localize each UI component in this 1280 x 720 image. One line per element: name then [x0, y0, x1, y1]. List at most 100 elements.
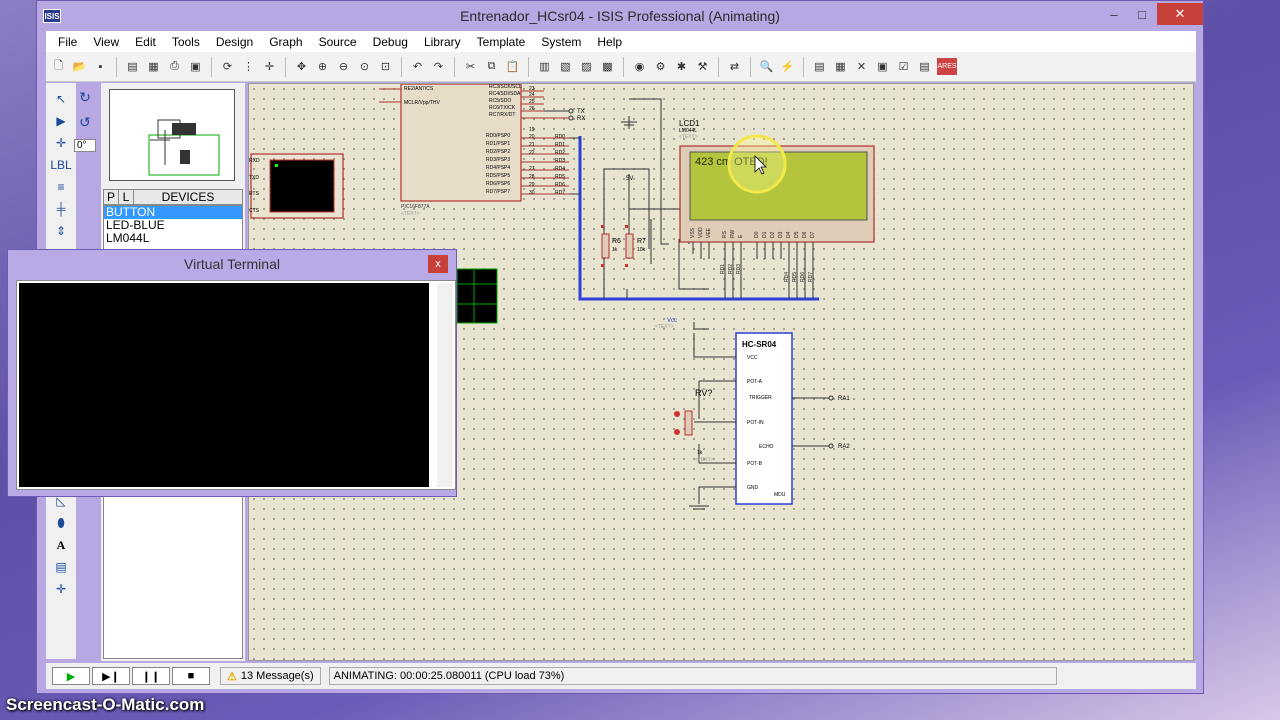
- svg-text:RD4: RD4: [784, 272, 790, 282]
- bus-mode-icon[interactable]: ╪: [52, 201, 70, 217]
- virtual-terminal-scrollbar[interactable]: [437, 283, 453, 487]
- maximize-button[interactable]: □: [1127, 3, 1157, 25]
- svg-text:RD4/PSP4: RD4/PSP4: [486, 165, 510, 171]
- library-tab[interactable]: L: [119, 190, 134, 204]
- pick-device-icon[interactable]: ◉: [631, 58, 648, 75]
- print-icon[interactable]: ⎙: [166, 58, 183, 75]
- svg-text:20: 20: [529, 134, 535, 140]
- pause-button[interactable]: ❙❙: [132, 667, 170, 685]
- virtual-terminal-screen[interactable]: [19, 283, 429, 487]
- svg-text:ECHO: ECHO: [759, 444, 774, 450]
- resistor-r7[interactable]: R7 10k: [625, 225, 646, 267]
- new-sheet-icon[interactable]: ▤: [811, 58, 828, 75]
- circle-mode-icon[interactable]: ⬮: [52, 515, 70, 531]
- pick-tab[interactable]: P: [104, 190, 119, 204]
- origin-icon[interactable]: ✛: [261, 58, 278, 75]
- property-tool-icon[interactable]: ⚡: [779, 58, 796, 75]
- block-rotate-icon[interactable]: ▨: [578, 58, 595, 75]
- print-area-icon[interactable]: ▣: [187, 58, 204, 75]
- refresh-icon[interactable]: ⟳: [219, 58, 236, 75]
- close-button[interactable]: ✕: [1157, 3, 1203, 25]
- zoom-all-icon[interactable]: ⊙: [356, 58, 373, 75]
- svg-text:RD3/PSP3: RD3/PSP3: [486, 157, 510, 163]
- pan-icon[interactable]: ✥: [293, 58, 310, 75]
- junction-mode-icon[interactable]: ✛: [52, 135, 70, 151]
- bom-icon[interactable]: ▣: [874, 58, 891, 75]
- menu-help[interactable]: Help: [589, 35, 630, 49]
- hc-sr04-sensor[interactable]: HC-SR04 VCC POT-A POT-IN POT-B GND TRIGG…: [735, 332, 793, 505]
- oscilloscope-component[interactable]: [456, 268, 498, 324]
- text-mode-icon[interactable]: A: [52, 537, 70, 553]
- minimize-button[interactable]: –: [1099, 3, 1129, 25]
- svg-text:RD7/PSP7: RD7/PSP7: [486, 189, 510, 195]
- title-bar[interactable]: ISIS Entrenador_HCsr04 - ISIS Profession…: [37, 1, 1203, 31]
- overview-window[interactable]: [109, 89, 235, 181]
- menu-view[interactable]: View: [85, 35, 127, 49]
- packaging-icon[interactable]: ✱: [673, 58, 690, 75]
- paste-icon[interactable]: 📋: [504, 58, 521, 75]
- zoom-area-icon[interactable]: ⊡: [377, 58, 394, 75]
- step-button[interactable]: ▶❙: [92, 667, 130, 685]
- symbol-mode-icon[interactable]: ▤: [52, 559, 70, 575]
- virtual-terminal-window[interactable]: Virtual Terminal x: [7, 249, 457, 497]
- remove-sheet-icon[interactable]: ▦: [832, 58, 849, 75]
- rotate-cw-icon[interactable]: ↻: [79, 89, 91, 106]
- menu-design[interactable]: Design: [208, 35, 261, 49]
- decompose-icon[interactable]: ⚒: [694, 58, 711, 75]
- rotate-ccw-icon[interactable]: ↺: [79, 114, 91, 131]
- search-icon[interactable]: 🔍: [758, 58, 775, 75]
- menu-source[interactable]: Source: [311, 35, 365, 49]
- netlist-icon[interactable]: ▤: [916, 58, 933, 75]
- grid-icon[interactable]: ⋮: [240, 58, 257, 75]
- exit-parent-icon[interactable]: ✕: [853, 58, 870, 75]
- block-move-icon[interactable]: ▧: [557, 58, 574, 75]
- copy-icon[interactable]: ⧉: [483, 58, 500, 75]
- svg-text:<TEXT>: <TEXT>: [655, 324, 674, 330]
- potentiometer-rv[interactable]: RV? 1k <TEXT>: [674, 388, 714, 463]
- menu-library[interactable]: Library: [416, 35, 469, 49]
- menu-edit[interactable]: Edit: [127, 35, 164, 49]
- make-device-icon[interactable]: ⚙: [652, 58, 669, 75]
- play-button[interactable]: ▶: [52, 667, 90, 685]
- redo-icon[interactable]: ↷: [430, 58, 447, 75]
- virtual-terminal-title[interactable]: Virtual Terminal: [8, 250, 456, 278]
- stop-button[interactable]: ■: [172, 667, 210, 685]
- device-item[interactable]: LM044L: [104, 232, 242, 245]
- ares-icon[interactable]: ARES: [937, 58, 957, 75]
- label-mode-icon[interactable]: LBL: [50, 157, 71, 173]
- undo-icon[interactable]: ↶: [409, 58, 426, 75]
- svg-text:RC3/SCK/SCL: RC3/SCK/SCL: [489, 84, 522, 90]
- svg-text:VDD: VDD: [698, 227, 704, 238]
- zoom-in-icon[interactable]: ⊕: [314, 58, 331, 75]
- erc-icon[interactable]: ☑: [895, 58, 912, 75]
- menu-tools[interactable]: Tools: [164, 35, 208, 49]
- menu-graph[interactable]: Graph: [261, 35, 310, 49]
- block-delete-icon[interactable]: ▩: [599, 58, 616, 75]
- virtual-terminal-close-button[interactable]: x: [428, 255, 448, 273]
- cut-icon[interactable]: ✂: [462, 58, 479, 75]
- toolbar-divider: [454, 56, 455, 77]
- virtual-terminal-component[interactable]: RXD TXD RTS CTS: [249, 153, 344, 219]
- component-mode-icon[interactable]: ▶: [52, 113, 70, 129]
- subcircuit-icon[interactable]: ⇕: [52, 223, 70, 239]
- open-folder-icon[interactable]: 📂: [71, 58, 88, 75]
- save-icon[interactable]: ▪: [92, 58, 109, 75]
- menu-template[interactable]: Template: [469, 35, 534, 49]
- menu-system[interactable]: System: [533, 35, 589, 49]
- wire-autorouter-icon[interactable]: ⇄: [726, 58, 743, 75]
- import-icon[interactable]: ▤: [124, 58, 141, 75]
- selection-mode-icon[interactable]: ↖: [52, 91, 70, 107]
- menu-debug[interactable]: Debug: [365, 35, 416, 49]
- marker-mode-icon[interactable]: ✛: [52, 581, 70, 597]
- new-file-icon[interactable]: 🗋: [50, 58, 67, 75]
- export-icon[interactable]: ▦: [145, 58, 162, 75]
- block-copy-icon[interactable]: ▥: [536, 58, 553, 75]
- text-script-icon[interactable]: ≡: [52, 179, 70, 195]
- svg-text:VEE: VEE: [706, 227, 712, 238]
- messages-indicator[interactable]: ⚠ 13 Message(s): [220, 667, 321, 685]
- warning-icon: ⚠: [227, 670, 237, 683]
- zoom-out-icon[interactable]: ⊖: [335, 58, 352, 75]
- rotation-angle-field[interactable]: 0°: [74, 139, 96, 152]
- pic-microcontroller[interactable]: RE2/AN7/CS MCLR/Vpp/THV PIC16F877A <TEXT…: [400, 84, 522, 217]
- menu-file[interactable]: File: [50, 35, 85, 49]
